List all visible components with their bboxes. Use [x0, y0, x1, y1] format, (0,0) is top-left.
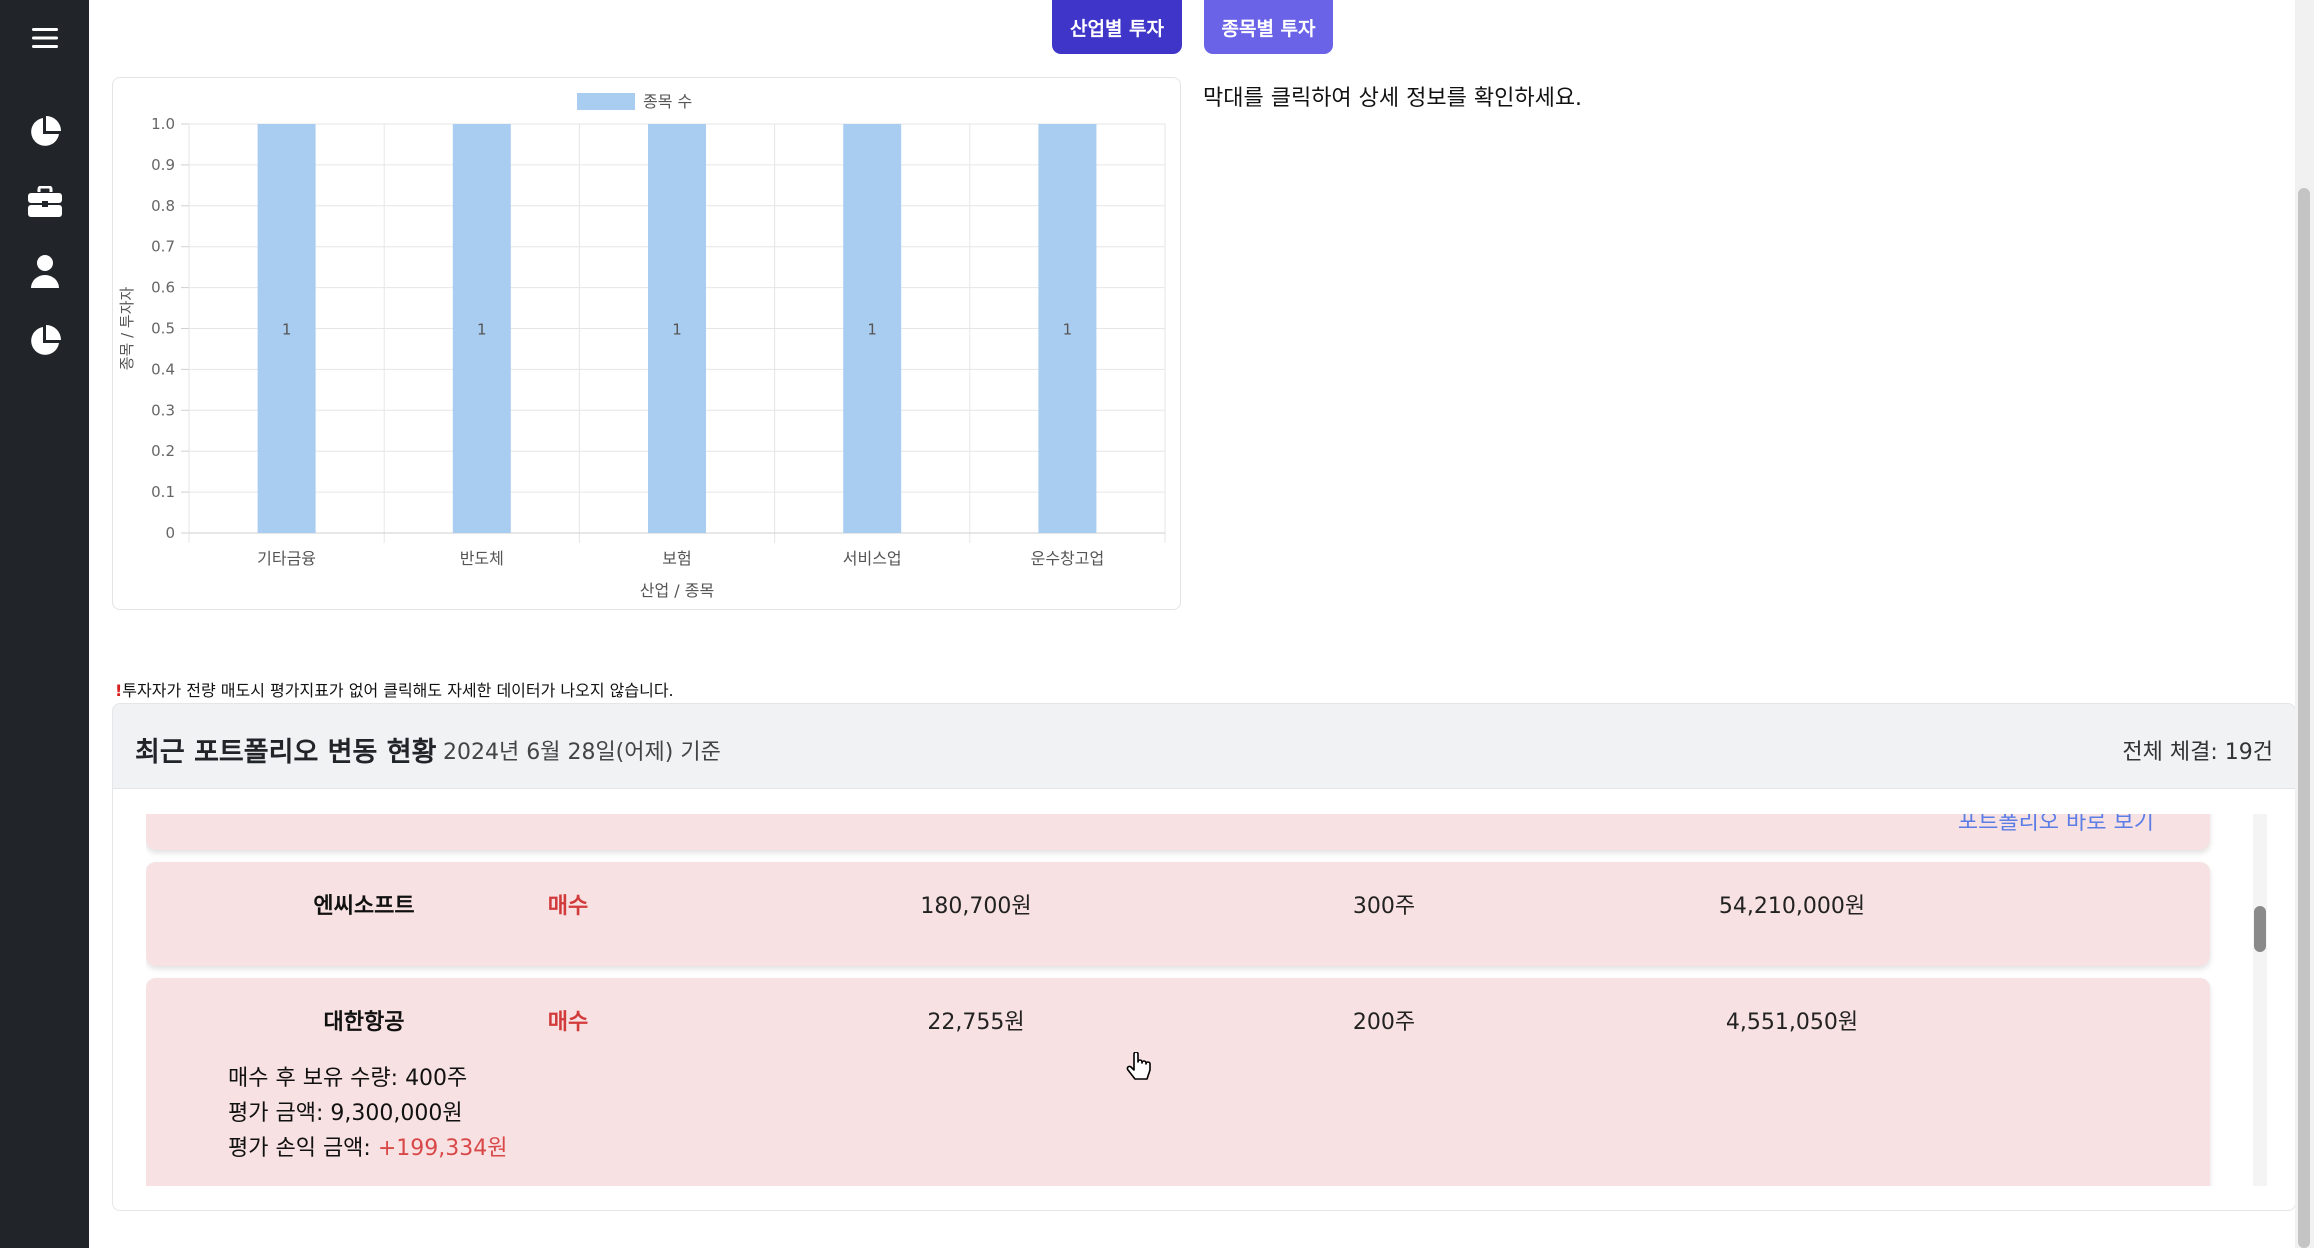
section-date: 2024년 6월 28일(어제) 기준: [443, 740, 721, 765]
x-tick-label: 보험: [662, 549, 691, 568]
trade-card[interactable]: 대한항공 매수 22,755원 200주 4,551,050원 매수 후 보유 …: [146, 978, 2210, 1186]
trade-list-panel: 포트폴리오 바로 보기 엔씨소프트 매수 180,700원 300주 54,21…: [112, 789, 2296, 1211]
trade-price: 22,755원: [927, 1010, 1025, 1035]
stock-investment-button[interactable]: 종목별 투자: [1204, 0, 1333, 54]
trade-type: 매수: [547, 894, 589, 919]
chart-hint-text: 막대를 클릭하여 상세 정보를 확인하세요.: [1203, 86, 1583, 111]
x-axis-title: 산업 / 종목: [640, 581, 714, 600]
main-content: 산업별 투자 종목별 투자 0 0.1 0.2 0.3 0.4 0.5 0.6 0.7 0.8 0…: [89, 0, 2314, 1248]
trade-list[interactable]: 포트폴리오 바로 보기 엔씨소프트 매수 180,700원 300주 54,21…: [146, 814, 2231, 1186]
portfolio-link[interactable]: 포트폴리오 바로 보기: [1958, 814, 2154, 836]
page-scrollbar[interactable]: [2295, 0, 2314, 1248]
trade-card[interactable]: 엔씨소프트 매수 180,700원 300주 54,210,000원: [146, 862, 2210, 966]
y-tick-label: 0: [165, 524, 175, 542]
total-trades-count: 전체 체결: 19건: [2122, 740, 2273, 765]
industry-bar-chart[interactable]: 0 0.1 0.2 0.3 0.4 0.5 0.6 0.7 0.8 0.9 1.0 1 기타금융 1 반도체…: [112, 77, 1181, 610]
y-tick-label: 1.0: [151, 115, 175, 133]
menu-icon: [32, 28, 58, 48]
user-icon: [31, 255, 59, 288]
y-tick-label: 0.2: [151, 442, 175, 460]
profit-loss-label: 평가 손익 금액:: [228, 1136, 378, 1161]
x-tick-label: 운수창고업: [1031, 549, 1105, 568]
y-tick-label: 0.6: [151, 279, 175, 297]
bar-data-label: 1: [1063, 321, 1073, 339]
sidebar-item-stats-chart[interactable]: [20, 316, 70, 366]
x-tick-label: 기타금융: [257, 549, 316, 568]
evaluation-amount: 평가 금액: 9,300,000원: [228, 1101, 463, 1126]
bar-data-label: 1: [282, 321, 292, 339]
briefcase-icon: [28, 186, 62, 217]
sidebar-item-investor[interactable]: [20, 246, 70, 296]
pie-chart-icon: [31, 325, 61, 355]
chart-canvas[interactable]: 0 0.1 0.2 0.3 0.4 0.5 0.6 0.7 0.8 0.9 1.0 1 기타금융 1 반도체…: [113, 78, 1182, 611]
bar-data-label: 1: [867, 321, 877, 339]
trade-type: 매수: [547, 1010, 589, 1035]
trade-amount: 4,551,050원: [1725, 1010, 1859, 1035]
y-tick-label: 0.8: [151, 197, 175, 215]
sidebar: [0, 0, 89, 1248]
y-tick-label: 0.4: [151, 360, 175, 378]
warning-text: 투자자가 전량 매도시 평가지표가 없어 클릭해도 자세한 데이터가 나오지 않…: [122, 681, 674, 700]
trade-card[interactable]: 포트폴리오 바로 보기: [146, 814, 2210, 850]
bar-data-label: 1: [672, 321, 682, 339]
pointer-cursor-icon: [1126, 1052, 1151, 1080]
profit-loss: 평가 손익 금액: +199,334원: [228, 1130, 508, 1162]
x-tick-label: 반도체: [460, 549, 504, 568]
y-tick-label: 0.3: [151, 401, 175, 419]
recent-portfolio-header: 최근 포트폴리오 변동 현황 2024년 6월 28일(어제) 기준 전체 체결…: [112, 703, 2296, 789]
x-tick-label: 서비스업: [843, 549, 902, 568]
trade-quantity: 200주: [1352, 1010, 1416, 1035]
y-axis-title: 종목 / 투자자: [118, 287, 136, 371]
pie-chart-icon: [31, 116, 61, 146]
list-scrollbar-thumb[interactable]: [2253, 906, 2267, 954]
trade-amount: 54,210,000원: [1718, 894, 1866, 919]
industry-investment-button[interactable]: 산업별 투자: [1052, 0, 1182, 54]
holding-after-trade: 매수 후 보유 수량: 400주: [228, 1066, 468, 1091]
y-tick-label: 0.7: [151, 238, 175, 256]
y-tick-label: 0.9: [151, 156, 175, 174]
menu-toggle-button[interactable]: [20, 13, 70, 63]
trade-price: 180,700원: [920, 894, 1032, 919]
y-tick-label: 0.1: [151, 483, 175, 501]
warning-note: !투자자가 전량 매도시 평가지표가 없어 클릭해도 자세한 데이터가 나오지 …: [115, 677, 674, 701]
sidebar-item-portfolio[interactable]: [20, 177, 70, 227]
legend-label: 종목 수: [643, 92, 692, 111]
y-tick-label: 0.5: [151, 320, 175, 338]
legend-swatch: [577, 93, 635, 110]
page-scrollbar-thumb[interactable]: [2298, 188, 2310, 1248]
sidebar-item-portfolio-chart[interactable]: [20, 107, 70, 157]
trade-quantity: 300주: [1352, 894, 1416, 919]
list-scrollbar[interactable]: [2253, 814, 2267, 1186]
bar-data-label: 1: [477, 321, 487, 339]
section-title: 최근 포트폴리오 변동 현황: [135, 737, 437, 768]
profit-loss-value: +199,334원: [377, 1136, 508, 1161]
